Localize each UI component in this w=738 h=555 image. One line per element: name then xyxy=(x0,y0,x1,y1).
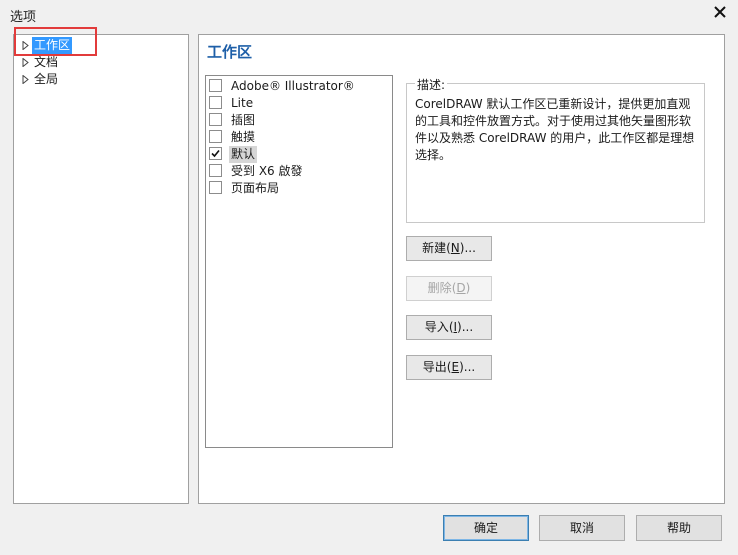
workspace-label: 插图 xyxy=(231,113,256,127)
workspace-item-x6-inspired[interactable]: 受到 X6 啟發 xyxy=(209,163,305,180)
tree-item-label: 文档 xyxy=(34,55,59,69)
workspace-label: Adobe® Illustrator® xyxy=(231,79,355,93)
checkmark-icon xyxy=(211,149,220,158)
workspace-label: 默认 xyxy=(229,146,258,163)
workspace-checkbox[interactable] xyxy=(209,147,222,160)
workspace-checkbox[interactable] xyxy=(209,113,222,126)
workspace-checkbox[interactable] xyxy=(209,164,222,177)
new-button[interactable]: 新建(N)... xyxy=(406,236,492,261)
description-group: 描述: CorelDRAW 默认工作区已重新设计，提供更加直观的工具和控件放置方… xyxy=(406,76,705,223)
close-icon xyxy=(714,6,726,18)
workspace-list[interactable]: Adobe® Illustrator® Lite 插图 触摸 默认 受到 X6 … xyxy=(205,75,393,448)
import-button[interactable]: 导入(I)... xyxy=(406,315,492,340)
category-tree: 工作区 文档 全局 xyxy=(13,34,189,504)
help-button[interactable]: 帮助 xyxy=(636,515,722,541)
workspace-item-touch[interactable]: 触摸 xyxy=(209,129,257,146)
expand-triangle-icon xyxy=(22,58,29,67)
cancel-button[interactable]: 取消 xyxy=(539,515,625,541)
tree-item-document[interactable]: 文档 xyxy=(22,54,60,71)
workspace-panel: 工作区 Adobe® Illustrator® Lite 插图 触摸 默认 受到… xyxy=(198,34,725,504)
options-dialog: 选项 工作区 文档 全局 工作区 Adobe® Illustrator® Lit… xyxy=(0,0,738,555)
description-label: 描述: xyxy=(415,76,448,93)
workspace-label: 页面布局 xyxy=(231,181,280,195)
workspace-checkbox[interactable] xyxy=(209,79,222,92)
workspace-item-page-layout[interactable]: 页面布局 xyxy=(209,180,281,197)
workspace-item-adobe-illustrator[interactable]: Adobe® Illustrator® xyxy=(209,78,357,95)
panel-title: 工作区 xyxy=(207,43,253,61)
expand-triangle-icon xyxy=(22,75,29,84)
workspace-checkbox[interactable] xyxy=(209,96,222,109)
workspace-label: Lite xyxy=(231,96,254,110)
tree-item-global[interactable]: 全局 xyxy=(22,71,60,88)
tree-item-label: 全局 xyxy=(34,72,59,86)
workspace-item-lite[interactable]: Lite xyxy=(209,95,255,112)
delete-button[interactable]: 删除(D) xyxy=(406,276,492,301)
close-button[interactable] xyxy=(708,2,732,24)
workspace-checkbox[interactable] xyxy=(209,130,222,143)
export-button[interactable]: 导出(E)... xyxy=(406,355,492,380)
workspace-checkbox[interactable] xyxy=(209,181,222,194)
workspace-item-default[interactable]: 默认 xyxy=(209,146,258,163)
red-highlight-annotation xyxy=(14,27,97,56)
workspace-label: 触摸 xyxy=(231,130,256,144)
description-text: CorelDRAW 默认工作区已重新设计，提供更加直观的工具和控件放置方式。对于… xyxy=(415,97,695,162)
workspace-item-illustration[interactable]: 插图 xyxy=(209,112,257,129)
ok-button[interactable]: 确定 xyxy=(443,515,529,541)
window-title: 选项 xyxy=(10,10,37,25)
workspace-label: 受到 X6 啟發 xyxy=(231,164,303,178)
